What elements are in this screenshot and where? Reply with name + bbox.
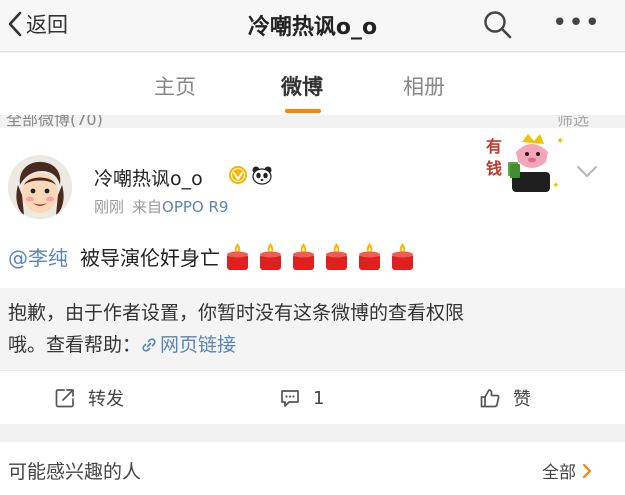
candle-icon — [326, 243, 347, 270]
more-icon[interactable]: ••• — [552, 6, 600, 40]
source-prefix: 来自 — [132, 198, 163, 216]
chevron-down-icon[interactable] — [576, 165, 598, 179]
svg-text:有: 有 — [486, 137, 502, 156]
profile-tabs: 主页 微博 相册 — [0, 53, 625, 115]
candle-icon — [227, 243, 248, 270]
avatar[interactable] — [8, 155, 72, 219]
like-label: 赞 — [513, 389, 531, 410]
vip-badge-icon[interactable] — [228, 165, 248, 185]
top-navbar: 返回 冷嘲热讽o_o ••• — [0, 0, 625, 52]
candle-icon — [260, 243, 281, 270]
all-posts-count: 全部微博(70) — [6, 115, 103, 127]
post-body: 被导演伦奸身亡 — [80, 245, 220, 270]
svg-text:✦: ✦ — [556, 136, 564, 147]
post-time: 刚刚 — [94, 198, 125, 216]
candle-icon — [392, 243, 413, 270]
candle-icon — [293, 243, 314, 270]
like-button[interactable]: 赞 — [479, 371, 531, 425]
mention-link[interactable]: @李纯 — [8, 242, 68, 271]
active-tab-indicator — [285, 109, 321, 113]
post-action-bar: 转发 1 赞 — [0, 370, 625, 424]
suggested-users-header: 可能感兴趣的人 全部 — [0, 442, 625, 495]
like-icon — [480, 389, 500, 408]
svg-text:✦: ✦ — [552, 181, 560, 191]
comment-count: 1 — [313, 387, 325, 409]
avatar-face — [8, 155, 72, 219]
svg-text:钱: 钱 — [486, 159, 502, 178]
lucky-sticker-icon: 有 钱 ✦ ✦ — [486, 134, 564, 192]
search-icon[interactable] — [481, 8, 513, 40]
tab-home[interactable]: 主页 — [154, 71, 196, 101]
page-title: 冷嘲热讽o_o — [247, 15, 378, 40]
help-link[interactable]: 网页链接 — [141, 334, 236, 356]
help-link-label: 网页链接 — [160, 334, 237, 356]
tab-album[interactable]: 相册 — [403, 71, 445, 101]
view-all-button[interactable]: 全部 — [542, 458, 592, 483]
candle-icon — [359, 243, 380, 270]
post-card: 冷嘲热讽o_o 刚刚来自OPPO R9 有 钱 ✦ ✦ @李纯 被导演伦奸身亡 — [0, 128, 625, 370]
comment-button[interactable]: 1 — [279, 371, 324, 425]
candle-row — [224, 241, 422, 271]
suggest-title: 可能感兴趣的人 — [8, 461, 142, 483]
repost-button[interactable]: 转发 — [54, 371, 124, 425]
post-content: @李纯 被导演伦奸身亡 — [8, 240, 422, 272]
link-icon — [142, 338, 156, 352]
filter-button[interactable]: 筛选 — [557, 115, 589, 127]
panda-icon — [252, 166, 272, 185]
tab-weibo[interactable]: 微博 — [281, 71, 323, 101]
view-all-label: 全部 — [542, 463, 576, 483]
permission-notice: 抱歉，由于作者设置，你暂时没有这条微博的查看权限 哦。查看帮助： 网页链接 — [0, 288, 625, 370]
notice-line-1: 抱歉，由于作者设置，你暂时没有这条微博的查看权限 — [8, 302, 465, 324]
comment-icon — [281, 390, 299, 407]
notice-line-2-prefix: 哦。查看帮助： — [8, 334, 142, 356]
post-source[interactable]: OPPO R9 — [162, 198, 228, 216]
repost-label: 转发 — [88, 389, 124, 410]
filter-strip: 全部微博(70) 筛选 — [0, 115, 625, 127]
repost-icon — [55, 389, 74, 408]
author-name[interactable]: 冷嘲热讽o_o — [94, 164, 203, 191]
notice-line-2: 哦。查看帮助： 网页链接 — [8, 329, 617, 361]
chevron-right-icon — [582, 463, 592, 478]
post-meta: 刚刚 来自OPPO R9 — [94, 196, 228, 217]
